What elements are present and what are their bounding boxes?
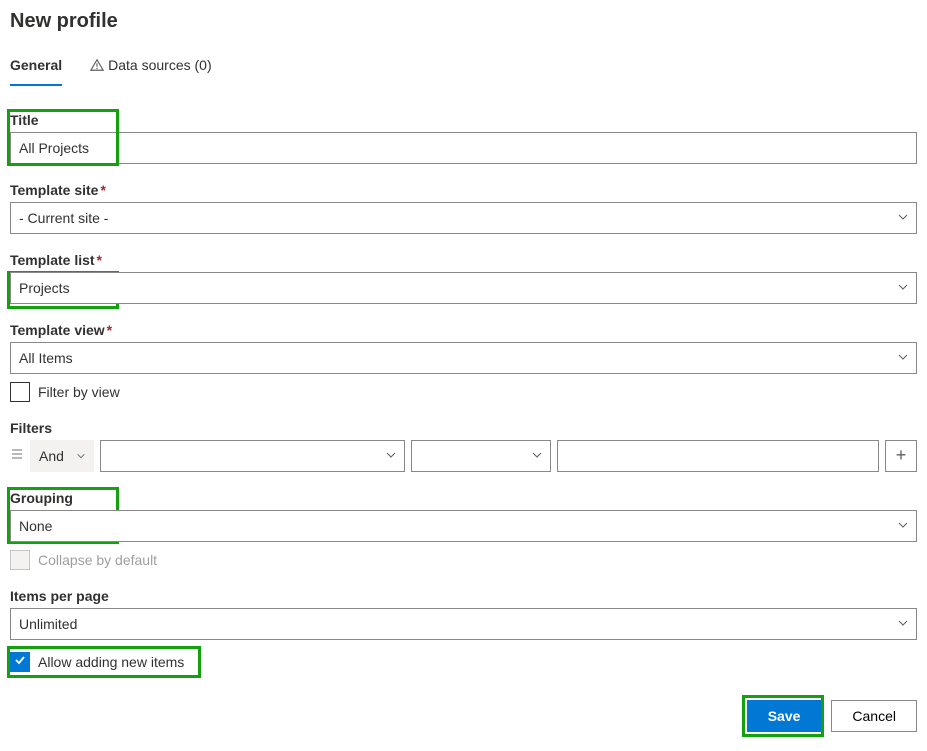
collapse-label: Collapse by default xyxy=(38,552,157,568)
required-asterisk: * xyxy=(97,252,102,268)
plus-icon: + xyxy=(896,445,907,466)
required-asterisk: * xyxy=(100,182,105,198)
field-filters: Filters + xyxy=(10,420,917,472)
add-filter-button[interactable]: + xyxy=(885,440,917,472)
template-view-label: Template view* xyxy=(10,322,112,338)
warning-icon xyxy=(90,58,104,75)
field-template-site: Template site* xyxy=(10,182,917,234)
filter-logic-select[interactable] xyxy=(30,440,94,472)
title-input[interactable] xyxy=(10,132,917,164)
title-label: Title xyxy=(10,112,39,128)
save-button[interactable]: Save xyxy=(747,700,822,732)
allow-adding-label: Allow adding new items xyxy=(38,654,184,670)
field-title: Title xyxy=(10,112,917,164)
template-site-select[interactable] xyxy=(10,202,917,234)
template-site-label: Template site* xyxy=(10,182,106,198)
field-grouping: Grouping Collapse by default xyxy=(10,490,917,570)
drag-handle-icon[interactable] xyxy=(10,447,24,464)
template-view-select[interactable] xyxy=(10,342,917,374)
tab-data-sources-label: Data sources (0) xyxy=(108,57,211,73)
filter-by-view-checkbox[interactable] xyxy=(10,382,30,402)
page-title: New profile xyxy=(10,10,917,33)
items-per-page-select[interactable] xyxy=(10,608,917,640)
tab-general[interactable]: General xyxy=(10,51,62,85)
allow-adding-checkbox[interactable] xyxy=(10,652,30,672)
tab-data-sources[interactable]: Data sources (0) xyxy=(90,51,211,85)
field-items-per-page: Items per page Allow adding new items xyxy=(10,588,917,672)
tabs: General Data sources (0) xyxy=(10,51,917,86)
check-icon xyxy=(13,653,27,670)
filters-label: Filters xyxy=(10,420,52,436)
filter-by-view-label: Filter by view xyxy=(38,384,120,400)
field-template-view: Template view* Filter by view xyxy=(10,322,917,402)
collapse-checkbox xyxy=(10,550,30,570)
items-per-page-label: Items per page xyxy=(10,588,109,604)
required-asterisk: * xyxy=(107,322,112,338)
cancel-button[interactable]: Cancel xyxy=(831,700,917,732)
template-list-label: Template list* xyxy=(10,252,102,268)
grouping-label: Grouping xyxy=(10,490,73,506)
template-list-select[interactable] xyxy=(10,272,917,304)
filter-field-select[interactable] xyxy=(100,440,405,472)
footer-buttons: Save Cancel xyxy=(10,700,917,732)
filter-operator-select[interactable] xyxy=(411,440,551,472)
field-template-list: Template list* xyxy=(10,252,917,304)
grouping-select[interactable] xyxy=(10,510,917,542)
filter-value-input[interactable] xyxy=(557,440,880,472)
